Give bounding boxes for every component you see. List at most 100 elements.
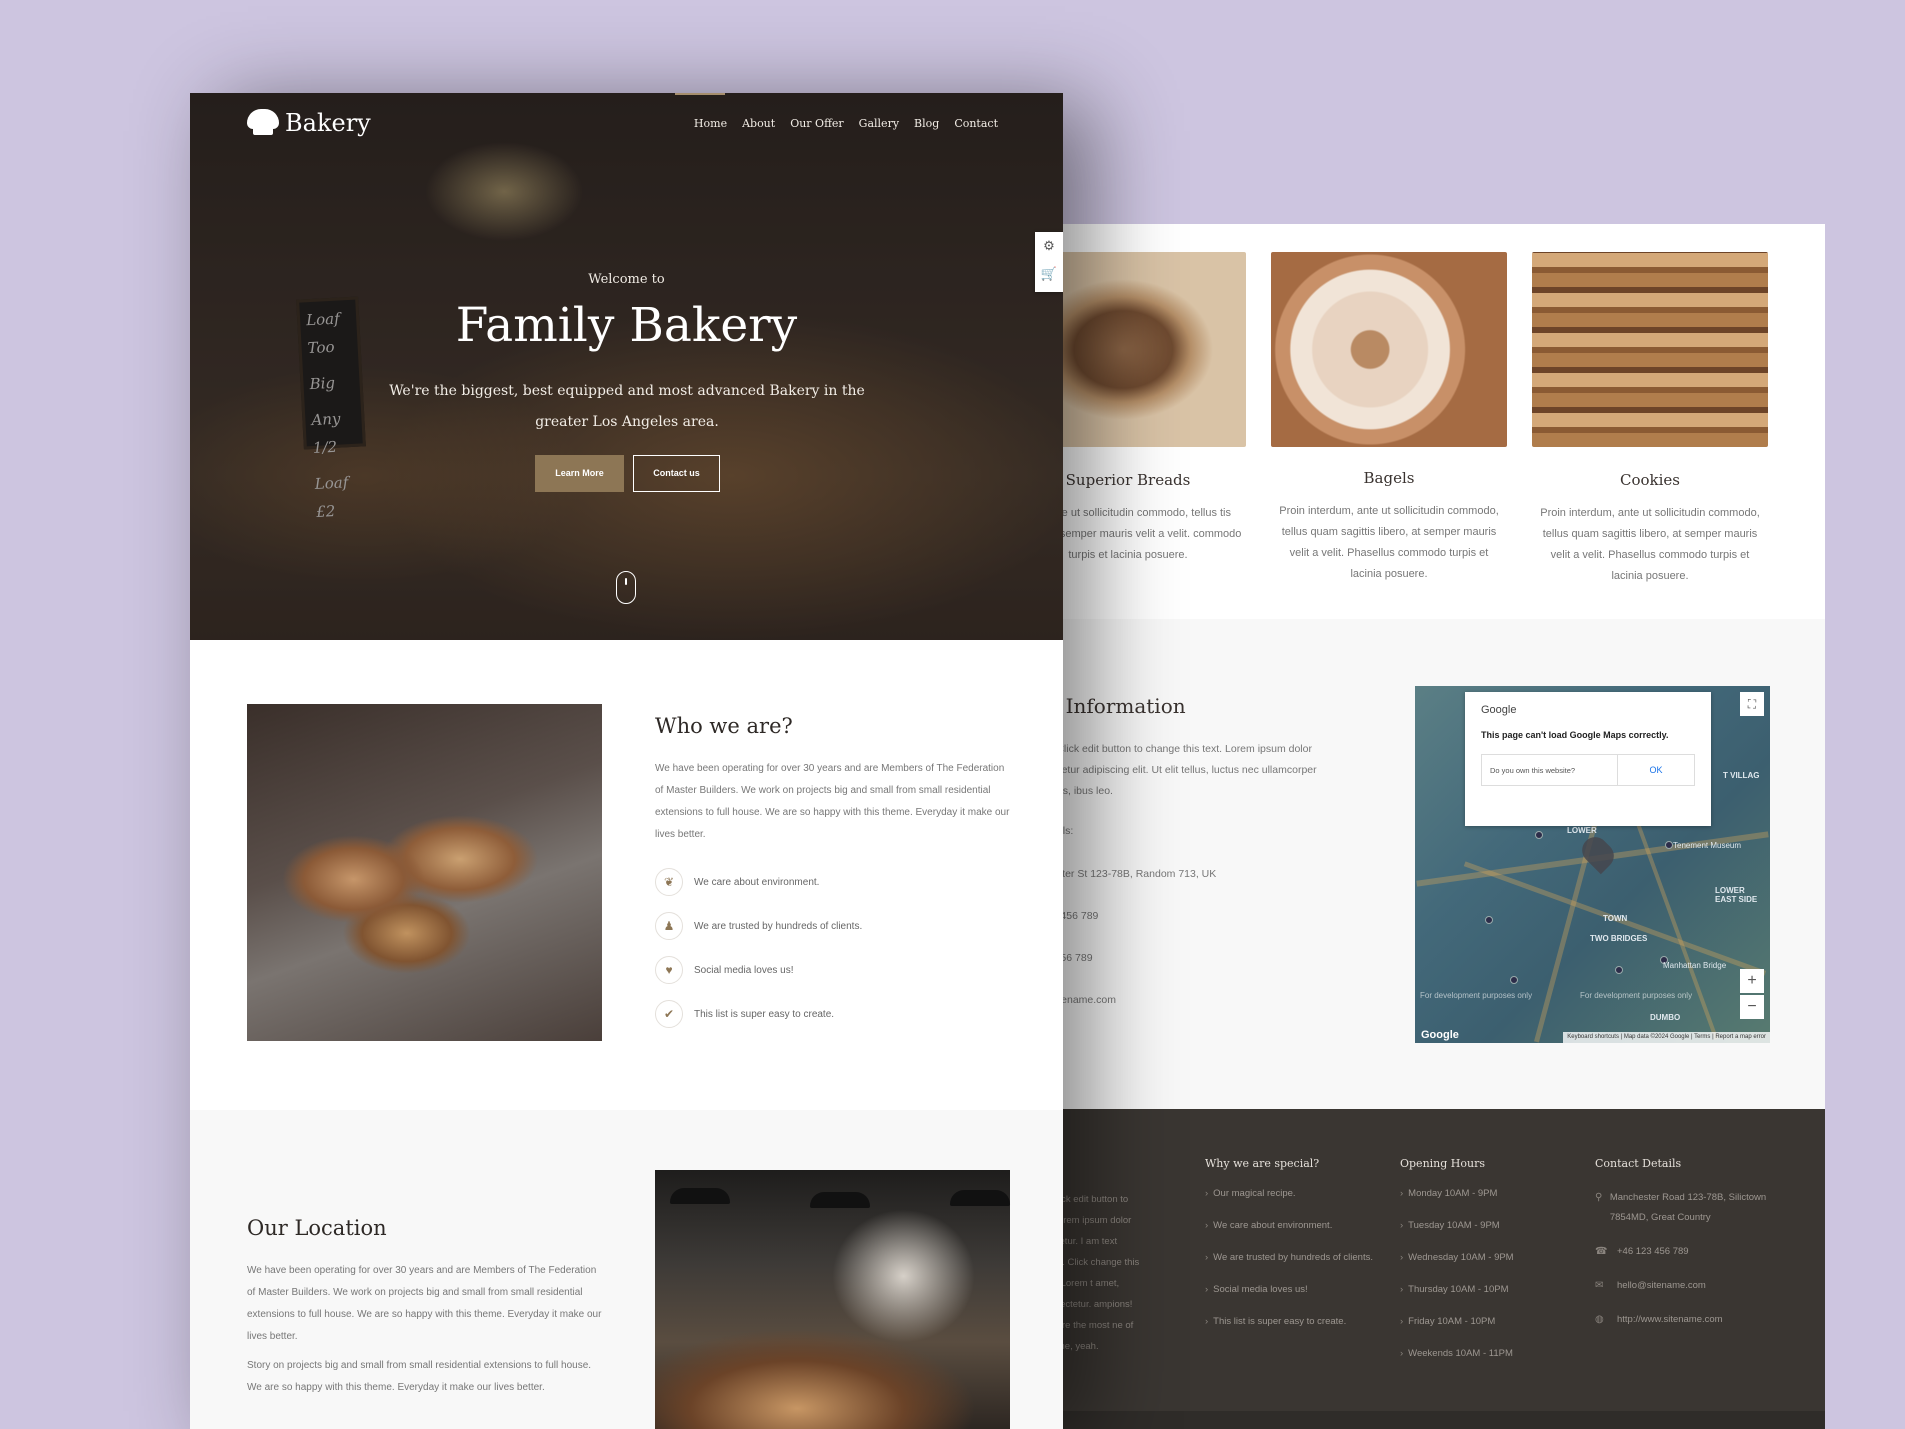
- map-watermark: For development purposes only: [1580, 991, 1693, 1000]
- footer-contact-item: ⚲ Manchester Road 123-78B, Silictown 7854…: [1595, 1188, 1785, 1228]
- zoom-in-button[interactable]: +: [1740, 969, 1764, 993]
- hero-overlay: [190, 93, 1063, 640]
- brand-name: Bakery: [285, 109, 371, 137]
- zoom-out-button[interactable]: −: [1740, 995, 1764, 1019]
- footer-why-item[interactable]: › Social media loves us!: [1205, 1284, 1373, 1316]
- scroll-down-icon[interactable]: [616, 571, 636, 604]
- mail-icon: ✉: [1595, 1280, 1604, 1291]
- chevron-right-icon: ›: [1400, 1188, 1404, 1199]
- product-text: Proin interdum, ante ut sollicitudin com…: [1279, 505, 1499, 580]
- heart-icon: ♥: [655, 956, 683, 984]
- product-image: [1271, 252, 1507, 447]
- footer-hours-item: › Friday 10AM - 10PM: [1400, 1316, 1496, 1327]
- pin-icon: ⚲: [1595, 1192, 1603, 1203]
- hero-welcome: Welcome to: [588, 272, 665, 287]
- chevron-right-icon: ›: [1400, 1316, 1404, 1327]
- users-icon: ♟: [655, 912, 683, 940]
- chevron-right-icon: ›: [1205, 1220, 1209, 1231]
- site-logo[interactable]: Bakery: [245, 109, 371, 137]
- nav-our-offer[interactable]: Our Offer: [790, 117, 843, 130]
- footer-why-item[interactable]: › We are trusted by hundreds of clients.: [1205, 1252, 1373, 1284]
- contact-details-label: details:: [1040, 821, 1320, 842]
- globe-icon: ◍: [1595, 1314, 1604, 1325]
- footer-why-item[interactable]: › We care about environment.: [1205, 1220, 1373, 1252]
- who-we-are-section: Who we are? We have been operating for o…: [190, 640, 1063, 1110]
- footer-why-item[interactable]: › This list is super easy to create.: [1205, 1316, 1373, 1348]
- contact-intro: ck. Click edit button to change this tex…: [1040, 743, 1317, 797]
- location-paragraph: We have been operating for over 30 years…: [247, 1265, 602, 1342]
- footer-hours-title: Opening Hours: [1400, 1157, 1485, 1170]
- contact-email[interactable]: @sitename.com: [1040, 990, 1320, 1011]
- map-label: LOWER EAST SIDE: [1715, 886, 1758, 904]
- map-label: TOWN: [1603, 914, 1628, 923]
- hero-section: Loaf Too Big Any 1/2 Loaf £2 Bakery Home…: [190, 93, 1063, 640]
- contact-us-button[interactable]: Contact us: [633, 455, 720, 492]
- map-label: Manhattan Bridge: [1663, 961, 1727, 970]
- nav-active-indicator: [675, 93, 725, 95]
- phone-icon: ☎: [1595, 1246, 1608, 1257]
- footer-hours-item: › Thursday 10AM - 10PM: [1400, 1284, 1509, 1295]
- nav-blog[interactable]: Blog: [914, 117, 939, 130]
- footer-contact-item[interactable]: ◍ http://www.sitename.com: [1595, 1310, 1785, 1330]
- leaf-icon: ❦: [655, 868, 683, 896]
- nav-contact[interactable]: Contact: [954, 117, 998, 130]
- main-nav: Home About Our Offer Gallery Blog Contac…: [694, 117, 998, 130]
- learn-more-button[interactable]: Learn More: [535, 455, 624, 492]
- nav-gallery[interactable]: Gallery: [859, 117, 899, 130]
- chevron-right-icon: ›: [1400, 1252, 1404, 1263]
- map-footer: Keyboard shortcuts | Map data ©2024 Goog…: [1563, 1032, 1770, 1043]
- product-title: Cookies: [1620, 471, 1680, 489]
- feature-text: We are trusted by hundreds of clients.: [694, 920, 863, 932]
- bread-tray-image: [247, 704, 602, 1041]
- map-dialog-brand: Google: [1481, 704, 1517, 716]
- feature-item: ✔ This list is super easy to create.: [655, 1000, 834, 1028]
- nav-about[interactable]: About: [742, 117, 775, 130]
- chevron-right-icon: ›: [1205, 1284, 1209, 1295]
- map-dialog-question: Do you own this website?: [1482, 755, 1618, 785]
- product-image: [1532, 252, 1768, 447]
- footer-hours-item: › Tuesday 10AM - 9PM: [1400, 1220, 1500, 1231]
- gear-icon[interactable]: ⚙: [1035, 232, 1063, 260]
- who-title: Who we are?: [655, 714, 793, 738]
- map-label: T VILLAG: [1723, 771, 1760, 780]
- footer-why-column: Why we are special? › Our magical recipe.…: [1205, 1157, 1373, 1348]
- front-page: Loaf Too Big Any 1/2 Loaf £2 Bakery Home…: [190, 93, 1063, 1429]
- footer-hours-item: › Wednesday 10AM - 9PM: [1400, 1252, 1514, 1263]
- footer-contact-column: Contact Details ⚲ Manchester Road 123-78B…: [1595, 1157, 1785, 1344]
- product-title: Bagels: [1363, 469, 1415, 487]
- feature-text: We care about environment.: [694, 876, 820, 888]
- footer-contact-item[interactable]: ✉ hello@sitename.com: [1595, 1276, 1785, 1296]
- product-image: [1040, 252, 1246, 447]
- check-icon: ✔: [655, 1000, 683, 1028]
- feature-text: This list is super easy to create.: [694, 1008, 835, 1020]
- product-text: Proin interdum, ante ut sollicitudin com…: [1540, 507, 1760, 582]
- map-dialog-row: Do you own this website? OK: [1481, 754, 1695, 786]
- chevron-right-icon: ›: [1205, 1188, 1209, 1199]
- chef-hat-icon: [245, 109, 281, 137]
- map-error-dialog: Google This page can't load Google Maps …: [1465, 692, 1711, 826]
- feature-item: ♟ We are trusted by hundreds of clients.: [655, 912, 862, 940]
- footer-bottom-bar: [1040, 1411, 1825, 1429]
- nav-home[interactable]: Home: [694, 117, 727, 130]
- footer-why-item[interactable]: › Our magical recipe.: [1205, 1188, 1373, 1220]
- product-title: Superior Breads: [1065, 471, 1191, 489]
- our-location-section: Our Location We have been operating for …: [190, 1110, 1063, 1429]
- who-paragraph: We have been operating for over 30 years…: [655, 763, 1010, 840]
- chevron-right-icon: ›: [1205, 1316, 1209, 1327]
- map-label: LOWER: [1567, 826, 1597, 835]
- site-footer: k. Click edit button to xt. Lorem ipsum …: [1040, 1109, 1825, 1429]
- google-logo: Google: [1421, 1029, 1459, 1041]
- feature-item: ♥ Social media loves us!: [655, 956, 794, 984]
- map-label: DUMBO: [1650, 1013, 1681, 1022]
- product-text: um, ante ut sollicitudin commodo, tellus…: [1040, 507, 1242, 561]
- cart-icon[interactable]: 🛒: [1035, 260, 1063, 288]
- contact-information-section: ct Information ck. Click edit button to …: [1040, 619, 1825, 1109]
- feature-item: ❦ We care about environment.: [655, 868, 819, 896]
- product-card: Cookies Proin interdum, ante ut sollicit…: [1532, 252, 1768, 587]
- fullscreen-icon[interactable]: ⛶: [1740, 692, 1764, 716]
- feature-text: Social media loves us!: [694, 964, 794, 976]
- map-ok-button[interactable]: OK: [1618, 755, 1694, 785]
- side-toolbar: ⚙ 🛒: [1035, 232, 1063, 292]
- products-section: Superior Breads um, ante ut sollicitudin…: [1040, 224, 1825, 619]
- google-map[interactable]: LOWER TOWN LOWER EAST SIDE TWO BRIDGES D…: [1415, 686, 1770, 1043]
